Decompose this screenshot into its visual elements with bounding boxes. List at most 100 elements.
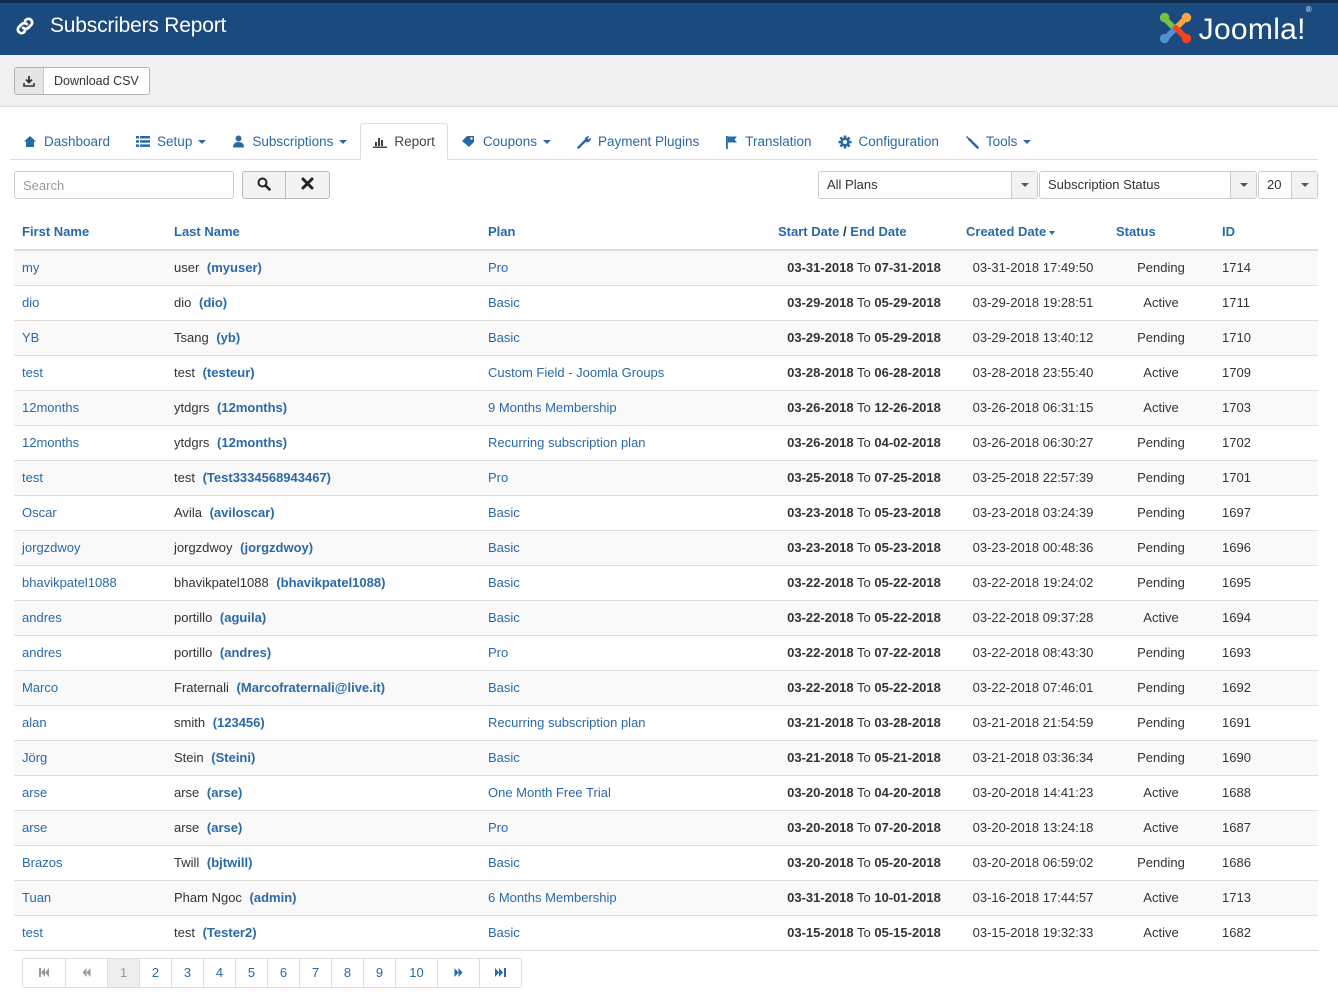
plan-link[interactable]: One Month Free Trial bbox=[488, 785, 611, 800]
tab-report[interactable]: Report bbox=[360, 123, 448, 160]
tab-translation[interactable]: Translation bbox=[712, 123, 824, 160]
plan-link[interactable]: Basic bbox=[488, 925, 520, 940]
username-link[interactable]: (Marcofraternali@live.it) bbox=[237, 680, 386, 695]
first-name-link[interactable]: Jörg bbox=[22, 750, 47, 765]
first-name-link[interactable]: alan bbox=[22, 715, 47, 730]
plan-link[interactable]: Basic bbox=[488, 575, 520, 590]
username-link[interactable]: (aguila) bbox=[220, 610, 266, 625]
username-link[interactable]: (jorgzdwoy) bbox=[240, 540, 313, 555]
page-9-button[interactable]: 9 bbox=[363, 959, 395, 987]
first-name-link[interactable]: arse bbox=[22, 785, 47, 800]
plan-link[interactable]: Custom Field - Joomla Groups bbox=[488, 365, 664, 380]
plan-link[interactable]: Pro bbox=[488, 820, 508, 835]
clear-search-button[interactable] bbox=[286, 171, 330, 199]
plan-link[interactable]: Basic bbox=[488, 750, 520, 765]
column-first-name[interactable]: First Name bbox=[14, 214, 166, 251]
plan-link[interactable]: Basic bbox=[488, 330, 520, 345]
plan-link[interactable]: Basic bbox=[488, 505, 520, 520]
first-name-link[interactable]: test bbox=[22, 470, 43, 485]
page-5-button[interactable]: 5 bbox=[235, 959, 267, 987]
plan-link[interactable]: Basic bbox=[488, 855, 520, 870]
username-link[interactable]: (arse) bbox=[207, 785, 242, 800]
plan-link[interactable]: Pro bbox=[488, 470, 508, 485]
page-8-button[interactable]: 8 bbox=[331, 959, 363, 987]
username-link[interactable]: (bhavikpatel1088) bbox=[276, 575, 385, 590]
column-id[interactable]: ID bbox=[1214, 214, 1318, 251]
page-3-button[interactable]: 3 bbox=[171, 959, 203, 987]
username-link[interactable]: (andres) bbox=[220, 645, 271, 660]
column-created-date[interactable]: Created Date bbox=[958, 214, 1108, 251]
username-link[interactable]: (dio) bbox=[199, 295, 227, 310]
username-link[interactable]: (arse) bbox=[207, 820, 242, 835]
status-filter-select[interactable]: Subscription Status bbox=[1039, 171, 1257, 199]
page-6-button[interactable]: 6 bbox=[267, 959, 299, 987]
page-10-button[interactable]: 10 bbox=[395, 959, 437, 987]
username-link[interactable]: (123456) bbox=[213, 715, 265, 730]
first-name-link[interactable]: Tuan bbox=[22, 890, 51, 905]
first-name-link[interactable]: andres bbox=[22, 645, 62, 660]
plan-link[interactable]: Basic bbox=[488, 680, 520, 695]
first-name-link[interactable]: jorgzdwoy bbox=[22, 540, 81, 555]
first-name-link[interactable]: test bbox=[22, 925, 43, 940]
first-name-link[interactable]: 12months bbox=[22, 435, 79, 450]
username-link[interactable]: (testeur) bbox=[203, 365, 255, 380]
first-name-link[interactable]: test bbox=[22, 365, 43, 380]
plan-link[interactable]: Recurring subscription plan bbox=[488, 435, 646, 450]
username-link[interactable]: (aviloscar) bbox=[210, 505, 275, 520]
first-name-link[interactable]: bhavikpatel1088 bbox=[22, 575, 117, 590]
id-cell: 1682 bbox=[1214, 914, 1318, 951]
first-name-link[interactable]: YB bbox=[22, 330, 39, 345]
page-7-button[interactable]: 7 bbox=[299, 959, 331, 987]
username-link[interactable]: (yb) bbox=[216, 330, 240, 345]
next-page-button[interactable] bbox=[437, 959, 479, 987]
first-name-link[interactable]: dio bbox=[22, 295, 39, 310]
column-last-name[interactable]: Last Name bbox=[166, 214, 480, 251]
column-plan[interactable]: Plan bbox=[480, 214, 770, 251]
page-1-button[interactable]: 1 bbox=[107, 959, 139, 987]
tab-tools[interactable]: Tools bbox=[952, 123, 1045, 160]
first-name-link[interactable]: andres bbox=[22, 610, 62, 625]
first-name-link[interactable]: 12months bbox=[22, 400, 79, 415]
first-name-link[interactable]: Marco bbox=[22, 680, 58, 695]
page-2-button[interactable]: 2 bbox=[139, 959, 171, 987]
last-page-button[interactable] bbox=[479, 959, 521, 987]
page-4-button[interactable]: 4 bbox=[203, 959, 235, 987]
tab-dashboard[interactable]: Dashboard bbox=[10, 123, 123, 160]
username-link[interactable]: (admin) bbox=[250, 890, 297, 905]
first-name-link[interactable]: Oscar bbox=[22, 505, 57, 520]
plan-link[interactable]: Pro bbox=[488, 260, 508, 275]
username-link[interactable]: (bjtwill) bbox=[207, 855, 253, 870]
list-limit-select[interactable]: 20 bbox=[1258, 171, 1318, 199]
plan-link[interactable]: Basic bbox=[488, 295, 520, 310]
plan-link[interactable]: Pro bbox=[488, 645, 508, 660]
username-link[interactable]: (Test3334568943467) bbox=[203, 470, 331, 485]
column-status[interactable]: Status bbox=[1108, 214, 1214, 251]
username-link[interactable]: (12months) bbox=[217, 400, 287, 415]
tab-payment-plugins[interactable]: Payment Plugins bbox=[564, 123, 712, 160]
tab-coupons[interactable]: Coupons bbox=[448, 123, 564, 160]
tab-subscriptions[interactable]: Subscriptions bbox=[219, 123, 360, 160]
tab-setup[interactable]: Setup bbox=[123, 123, 219, 160]
first-page-button[interactable] bbox=[23, 959, 65, 987]
plan-link[interactable]: 9 Months Membership bbox=[488, 400, 617, 415]
search-button[interactable] bbox=[242, 171, 286, 199]
username-link[interactable]: (Steini) bbox=[211, 750, 255, 765]
id-cell: 1696 bbox=[1214, 529, 1318, 565]
username-link[interactable]: (12months) bbox=[217, 435, 287, 450]
plan-link[interactable]: Basic bbox=[488, 610, 520, 625]
sort-end-date[interactable]: End Date bbox=[850, 224, 906, 239]
tab-configuration[interactable]: Configuration bbox=[825, 123, 952, 160]
first-name-link[interactable]: my bbox=[22, 260, 39, 275]
username-link[interactable]: (myuser) bbox=[207, 260, 262, 275]
username-link[interactable]: (Tester2) bbox=[203, 925, 257, 940]
first-name-link[interactable]: Brazos bbox=[22, 855, 62, 870]
first-name-link[interactable]: arse bbox=[22, 820, 47, 835]
plan-link[interactable]: Basic bbox=[488, 540, 520, 555]
plan-link[interactable]: Recurring subscription plan bbox=[488, 715, 646, 730]
previous-page-button[interactable] bbox=[65, 959, 107, 987]
plan-link[interactable]: 6 Months Membership bbox=[488, 890, 617, 905]
sort-start-date[interactable]: Start Date bbox=[778, 224, 839, 239]
download-csv-button[interactable]: Download CSV bbox=[14, 67, 150, 95]
plan-filter-select[interactable]: All Plans bbox=[818, 171, 1038, 199]
search-input[interactable] bbox=[14, 171, 234, 199]
